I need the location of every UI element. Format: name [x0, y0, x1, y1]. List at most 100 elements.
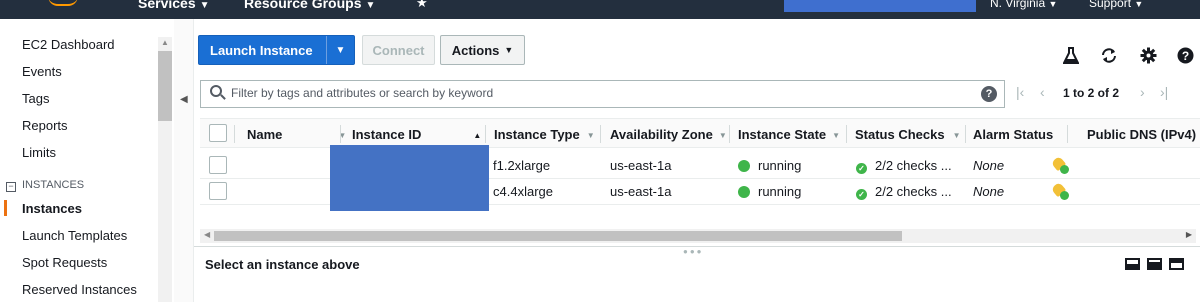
- flask-icon[interactable]: [1062, 47, 1080, 69]
- sort-icon: ▼: [586, 131, 595, 140]
- create-alarm-icon[interactable]: [1050, 155, 1069, 174]
- actions-label: Actions: [451, 42, 500, 58]
- search-input[interactable]: [231, 86, 971, 100]
- sidebar-collapse-bar[interactable]: ◀: [174, 19, 194, 302]
- help-icon[interactable]: ?: [1177, 47, 1194, 69]
- column-header-label: Instance ID: [352, 127, 422, 142]
- support-label: Support: [1089, 0, 1132, 10]
- first-page-icon[interactable]: |‹: [1016, 84, 1024, 100]
- sidebar-section-label: INSTANCES: [22, 179, 85, 191]
- table-horizontal-scrollbar[interactable]: ◀ ▶: [200, 229, 1196, 243]
- column-divider: [965, 125, 966, 143]
- table-scrollbar-thumb[interactable]: [214, 231, 902, 241]
- services-label: Services: [138, 0, 196, 11]
- instance-state-label: running: [758, 184, 802, 199]
- cell-status-checks: ✓ 2/2 checks ...: [856, 158, 952, 174]
- check-icon: ✓: [856, 163, 867, 174]
- sort-icon: ▼: [832, 131, 841, 140]
- region-selector[interactable]: N. Virginia ▼: [990, 0, 1057, 10]
- running-status-icon: [738, 186, 750, 198]
- sidebar-scrollbar-thumb[interactable]: [158, 51, 172, 121]
- connect-button[interactable]: Connect: [362, 35, 435, 65]
- resource-groups-menu[interactable]: Resource Groups ▼: [244, 0, 375, 11]
- column-header-availability-zone[interactable]: Availability Zone ▼: [610, 127, 727, 142]
- next-page-icon[interactable]: ›: [1140, 84, 1145, 100]
- active-indicator: [4, 200, 7, 216]
- column-header-status-checks[interactable]: Status Checks ▼: [855, 127, 961, 142]
- column-divider: [485, 125, 486, 143]
- column-divider: [340, 125, 341, 143]
- row-checkbox[interactable]: [209, 156, 227, 174]
- scroll-left-icon[interactable]: ◀: [204, 230, 210, 239]
- chevron-down-icon: ▼: [504, 45, 514, 55]
- actions-button[interactable]: Actions ▼: [440, 35, 525, 65]
- gear-icon[interactable]: [1140, 47, 1157, 69]
- cell-availability-zone: us-east-1a: [610, 158, 672, 173]
- check-icon: ✓: [856, 189, 867, 200]
- column-header-label: Name: [247, 127, 283, 142]
- cell-status-checks: ✓ 2/2 checks ...: [856, 184, 952, 200]
- resize-handle-icon[interactable]: ●●●: [683, 247, 704, 256]
- column-header-label: Availability Zone: [610, 127, 713, 142]
- aws-logo[interactable]: [48, 0, 78, 6]
- sidebar-item-reports[interactable]: Reports: [22, 118, 68, 133]
- column-divider: [729, 125, 730, 143]
- prev-page-icon[interactable]: ‹: [1040, 84, 1045, 100]
- chevron-down-icon: ▼: [335, 44, 346, 56]
- support-menu[interactable]: Support ▼: [1089, 0, 1143, 10]
- redacted-account-menu[interactable]: [784, 0, 976, 12]
- sidebar-section-instances[interactable]: − INSTANCES: [6, 179, 84, 192]
- star-icon[interactable]: ★: [416, 0, 428, 11]
- chevron-left-icon[interactable]: ◀: [180, 94, 188, 105]
- running-status-icon: [738, 160, 750, 172]
- pagination-range: 1 to 2 of 2: [1063, 86, 1120, 100]
- status-checks-label: 2/2 checks ...: [875, 158, 952, 173]
- services-menu[interactable]: Services ▼: [138, 0, 210, 11]
- chevron-down-icon: ▼: [365, 0, 376, 11]
- last-page-icon[interactable]: ›|: [1160, 84, 1168, 100]
- scroll-right-icon[interactable]: ▶: [1186, 230, 1192, 239]
- sidebar-item-tags[interactable]: Tags: [22, 91, 49, 106]
- sidebar: EC2 Dashboard Events Tags Reports Limits…: [0, 19, 174, 302]
- sidebar-item-instances[interactable]: Instances: [22, 201, 82, 216]
- sidebar-item-ec2-dashboard[interactable]: EC2 Dashboard: [22, 37, 115, 52]
- filter-help-icon[interactable]: ?: [981, 86, 997, 102]
- table-header: Name ▼ Instance ID ▲ Instance Type ▼ Availa…: [200, 118, 1200, 148]
- cell-alarm-status: None: [973, 184, 1005, 199]
- filter-bar: ?: [200, 80, 1005, 108]
- cell-instance-type: f1.2xlarge: [493, 158, 551, 173]
- sidebar-item-events[interactable]: Events: [22, 64, 62, 79]
- column-header-label: Status Checks: [855, 127, 945, 142]
- select-all-checkbox[interactable]: [209, 124, 227, 142]
- chevron-down-icon: ▼: [1134, 0, 1144, 9]
- details-empty-message: Select an instance above: [205, 257, 360, 272]
- sidebar-item-limits[interactable]: Limits: [22, 145, 56, 160]
- sidebar-item-reserved-instances[interactable]: Reserved Instances: [22, 282, 137, 297]
- create-alarm-icon[interactable]: [1050, 181, 1069, 200]
- svg-text:?: ?: [1182, 49, 1189, 63]
- column-header-name[interactable]: Name ▼: [247, 127, 346, 142]
- column-header-public-dns[interactable]: Public DNS (IPv4): [1087, 127, 1196, 142]
- launch-instance-button[interactable]: Launch Instance ▼: [198, 35, 355, 65]
- column-header-instance-id[interactable]: Instance ID ▲: [352, 127, 481, 142]
- column-header-label: Instance Type: [494, 127, 580, 142]
- region-label: N. Virginia: [990, 0, 1046, 10]
- cell-instance-state: running: [738, 184, 801, 199]
- column-header-alarm-status[interactable]: Alarm Status: [973, 127, 1053, 142]
- sidebar-item-launch-templates[interactable]: Launch Templates: [22, 228, 127, 243]
- launch-dropdown-toggle[interactable]: ▼: [326, 36, 354, 64]
- scroll-up-icon[interactable]: ▲: [161, 38, 169, 47]
- layout-bottom-pane-icon[interactable]: [1125, 258, 1140, 270]
- layout-split-pane-icon[interactable]: [1147, 258, 1162, 270]
- status-checks-label: 2/2 checks ...: [875, 184, 952, 199]
- chevron-down-icon: ▼: [199, 0, 210, 11]
- sidebar-item-spot-requests[interactable]: Spot Requests: [22, 255, 107, 270]
- refresh-icon[interactable]: [1100, 47, 1118, 69]
- collapse-icon: −: [6, 182, 16, 192]
- column-header-instance-type[interactable]: Instance Type ▼: [494, 127, 595, 142]
- row-checkbox[interactable]: [209, 182, 227, 200]
- layout-full-pane-icon[interactable]: [1169, 258, 1184, 270]
- column-header-instance-state[interactable]: Instance State ▼: [738, 127, 840, 142]
- sort-icon: ▼: [718, 131, 727, 140]
- redacted-instance-ids: [330, 145, 489, 211]
